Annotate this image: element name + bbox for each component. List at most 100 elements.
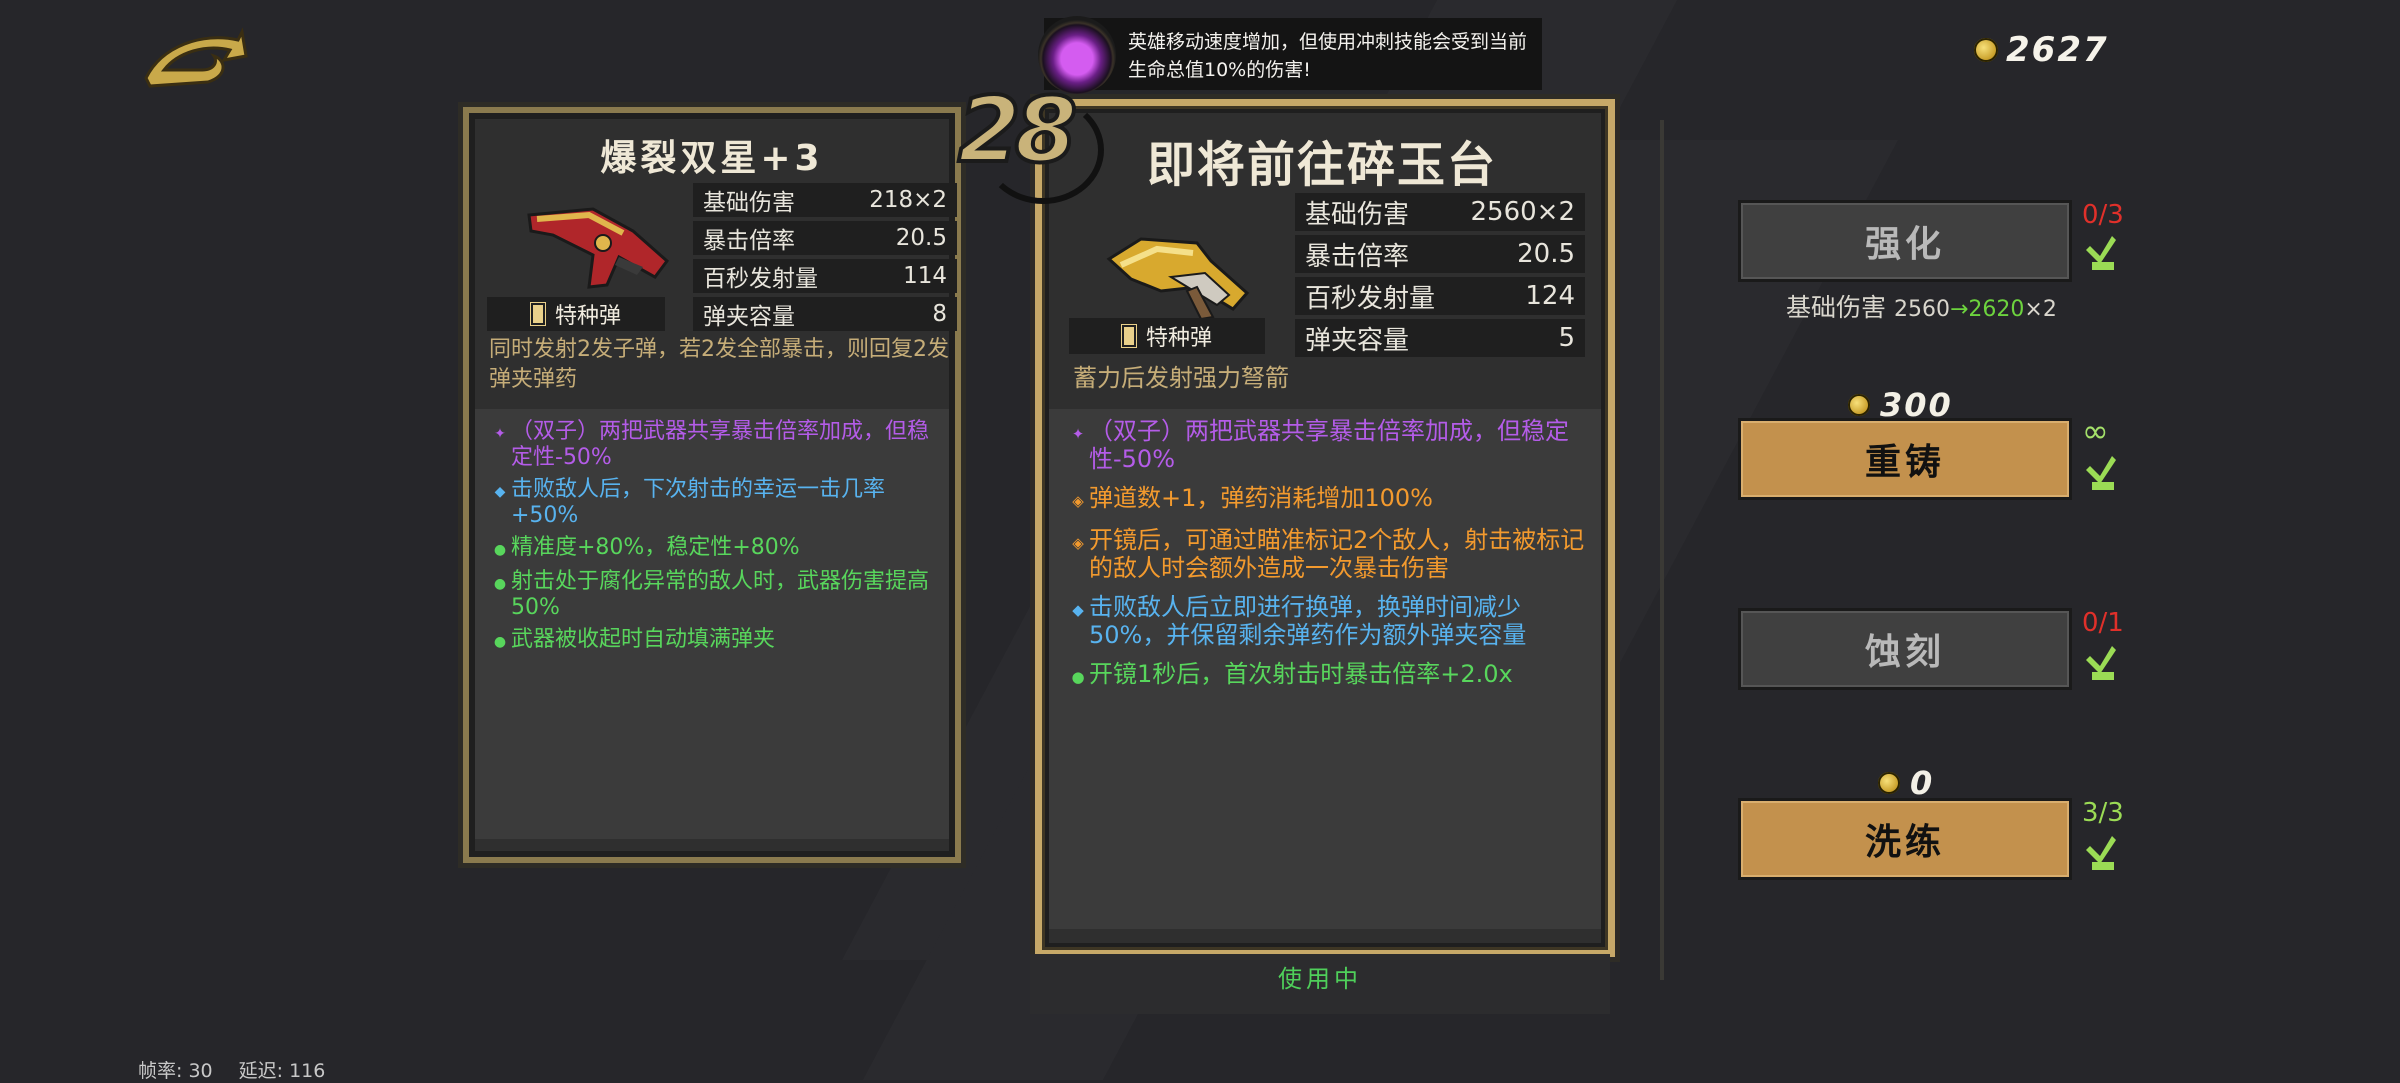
refine-arrow-icon bbox=[2086, 836, 2116, 870]
reforge-count: ∞ bbox=[2082, 412, 2109, 450]
reforge-arrow-icon bbox=[2086, 456, 2116, 490]
stat-row: 暴击倍率 20.5 bbox=[1295, 235, 1585, 273]
destination-title-text: 即将前往碎玉台 bbox=[1147, 137, 1498, 193]
trait-text: 精准度+80%，稳定性+80% bbox=[511, 535, 800, 560]
trait-item: ◆ 击败敌人后，下次射击的幸运一击几率+50% bbox=[489, 477, 933, 529]
stat-label: 弹夹容量 bbox=[703, 304, 795, 330]
trait-item: ✦ （双子）两把武器共享暴击倍率加成，但稳定性-50% bbox=[489, 419, 933, 471]
stat-row: 基础伤害 218×2 bbox=[693, 183, 957, 217]
weapon-description: 同时发射2发子弹，若2发全部暴击，则回复2发弹夹弹药 bbox=[489, 337, 949, 392]
stat-row: 弹夹容量 8 bbox=[693, 297, 957, 331]
ammo-type-label: 特种弹 bbox=[554, 304, 621, 329]
refine-count: 3/3 bbox=[2082, 798, 2124, 828]
latency-readout: 延迟: 116 bbox=[238, 1060, 326, 1082]
weapon-name: 爆裂双星+3 bbox=[600, 138, 824, 179]
stat-value: 124 bbox=[1525, 281, 1575, 311]
coin-icon bbox=[1848, 394, 1870, 416]
stat-value: 5 bbox=[1558, 323, 1575, 353]
stat-row: 基础伤害 2560×2 bbox=[1295, 193, 1585, 231]
trait-text: 武器被收起时自动填满弹夹 bbox=[511, 627, 776, 652]
event-text: 英雄移动速度增加，但使用冲刺技能会受到当前生命总值10%的伤害! bbox=[1128, 31, 1528, 81]
preview-old-value: 2560 bbox=[1893, 297, 1950, 322]
in-use-status: 使用中 bbox=[1030, 954, 1610, 1014]
weapon-crossbow-icon bbox=[1106, 237, 1250, 321]
back-button[interactable] bbox=[142, 26, 248, 94]
stat-label: 百秒发射量 bbox=[703, 266, 818, 292]
stat-label: 基础伤害 bbox=[1305, 199, 1410, 230]
stat-value: 218×2 bbox=[869, 187, 947, 213]
back-arrow-icon bbox=[144, 27, 248, 88]
trait-item: ● 武器被收起时自动填满弹夹 bbox=[489, 627, 933, 655]
trait-item: ◈ 开镜后，可通过瞄准标记2个敌人，射击被标记的敌人时会额外造成一次暴击伤害 bbox=[1067, 526, 1585, 582]
coin-icon bbox=[1974, 38, 1998, 62]
stat-row: 暴击倍率 20.5 bbox=[693, 221, 957, 255]
level-number: 28 bbox=[956, 76, 1079, 185]
upgrade-arrow-icon bbox=[2086, 236, 2116, 270]
trait-bullet-icon: ◆ bbox=[1072, 601, 1084, 619]
event-notice: 英雄移动速度增加，但使用冲刺技能会受到当前生命总值10%的伤害! bbox=[1038, 16, 1542, 94]
reforge-button[interactable]: 重铸 bbox=[1738, 418, 2072, 500]
card-body: 爆裂双星+3 特种弹 基础伤害 218×2 暴击倍率 20.5 百秒发射量 114 弹… bbox=[475, 119, 957, 851]
trait-bullet-icon: ● bbox=[1071, 668, 1085, 686]
trait-text: 射击处于腐化异常的敌人时，武器伤害提高50% bbox=[511, 569, 930, 620]
trait-item: ◆ 击败敌人后立即进行换弹，换弹时间减少50%，并保留剩余弹药作为额外弹夹容量 bbox=[1067, 593, 1585, 649]
stat-row: 百秒发射量 114 bbox=[693, 259, 957, 293]
upgrade-count: 0/3 bbox=[2082, 200, 2124, 230]
trait-item: ✦ （双子）两把武器共享暴击倍率加成，但稳定性-50% bbox=[1067, 417, 1585, 473]
stat-label: 百秒发射量 bbox=[1305, 283, 1436, 314]
preview-suffix: ×2 bbox=[2024, 297, 2057, 322]
bullet-icon bbox=[1121, 325, 1136, 347]
coin-balance: 2627 bbox=[1974, 30, 2109, 70]
preview-arrow: → bbox=[1949, 297, 1969, 322]
stat-label: 暴击倍率 bbox=[703, 228, 795, 254]
stat-value: 114 bbox=[903, 263, 947, 289]
weapon-card-new[interactable]: 即将前往碎玉台 特种弹 基础伤害 2560×2 暴击倍率 20.5 百秒发射量 124… bbox=[1030, 94, 1620, 962]
weapon-card-current[interactable]: 爆裂双星+3 特种弹 基础伤害 218×2 暴击倍率 20.5 百秒发射量 114 弹… bbox=[458, 102, 966, 868]
trait-text: 开镜1秒后，首次射击时暴击倍率+2.0x bbox=[1089, 660, 1513, 688]
trait-bullet-icon: ● bbox=[493, 576, 507, 592]
upgrade-preview: 基础伤害 2560→2620×2 bbox=[1786, 288, 2057, 324]
etch-button[interactable]: 蚀刻 bbox=[1738, 608, 2072, 690]
stat-label: 弹夹容量 bbox=[1305, 325, 1410, 356]
ammo-type-tag: 特种弹 bbox=[487, 297, 665, 331]
trait-bullet-icon: ✦ bbox=[1071, 425, 1085, 443]
coin-icon bbox=[1878, 772, 1900, 794]
trait-item: ● 开镜1秒后，首次射击时暴击倍率+2.0x bbox=[1067, 660, 1585, 691]
trait-text: 击败敌人后，下次射击的幸运一击几率+50% bbox=[511, 477, 886, 528]
trait-text: 击败敌人后立即进行换弹，换弹时间减少50%，并保留剩余弹药作为额外弹夹容量 bbox=[1089, 593, 1527, 649]
trait-text: （双子）两把武器共享暴击倍率加成，但稳定性-50% bbox=[1089, 417, 1569, 473]
stat-row: 百秒发射量 124 bbox=[1295, 277, 1585, 315]
stat-value: 2560×2 bbox=[1470, 197, 1576, 227]
trait-item: ● 精准度+80%，稳定性+80% bbox=[489, 535, 933, 563]
etch-arrow-icon bbox=[2086, 646, 2116, 680]
preview-label: 基础伤害 bbox=[1786, 293, 1887, 322]
stat-label: 暴击倍率 bbox=[1305, 241, 1410, 272]
stat-value: 8 bbox=[932, 301, 947, 327]
trait-text: 开镜后，可通过瞄准标记2个敌人，射击被标记的敌人时会额外造成一次暴击伤害 bbox=[1089, 526, 1585, 582]
stat-value: 20.5 bbox=[1517, 239, 1575, 269]
stat-value: 20.5 bbox=[895, 225, 947, 251]
trait-bullet-icon: ◈ bbox=[1072, 534, 1084, 552]
refine-cost-value: 0 bbox=[1910, 764, 1935, 802]
trait-text: 弹道数+1，弹药消耗增加100% bbox=[1089, 484, 1433, 512]
bullet-icon bbox=[530, 303, 545, 325]
ammo-type-tag: 特种弹 bbox=[1069, 318, 1265, 354]
trait-list: ✦ （双子）两把武器共享暴击倍率加成，但稳定性-50% ◈ 弹道数+1，弹药消耗增加… bbox=[1049, 409, 1601, 929]
stat-row: 弹夹容量 5 bbox=[1295, 319, 1585, 357]
debug-overlay: 帧率: 30 延迟: 116 bbox=[138, 1056, 351, 1083]
trait-bullet-icon: ● bbox=[493, 542, 507, 558]
trait-item: ● 射击处于腐化异常的敌人时，武器伤害提高50% bbox=[489, 569, 933, 621]
stats-table: 基础伤害 218×2 暴击倍率 20.5 百秒发射量 114 弹夹容量 8 bbox=[693, 183, 957, 335]
trait-bullet-icon: ◈ bbox=[1072, 492, 1084, 510]
trait-bullet-icon: ● bbox=[493, 634, 507, 650]
upgrade-button[interactable]: 强化 bbox=[1738, 200, 2072, 282]
trait-item: ◈ 弹道数+1，弹药消耗增加100% bbox=[1067, 484, 1585, 515]
stat-label: 基础伤害 bbox=[703, 190, 795, 216]
trait-text: （双子）两把武器共享暴击倍率加成，但稳定性-50% bbox=[511, 419, 930, 470]
coin-amount: 2627 bbox=[2006, 30, 2109, 70]
trait-bullet-icon: ◆ bbox=[494, 484, 506, 500]
fps-readout: 帧率: 30 bbox=[138, 1060, 213, 1082]
refine-button[interactable]: 洗练 bbox=[1738, 798, 2072, 880]
preview-new-value: 2620 bbox=[1968, 297, 2025, 322]
etch-count: 0/1 bbox=[2082, 608, 2124, 638]
